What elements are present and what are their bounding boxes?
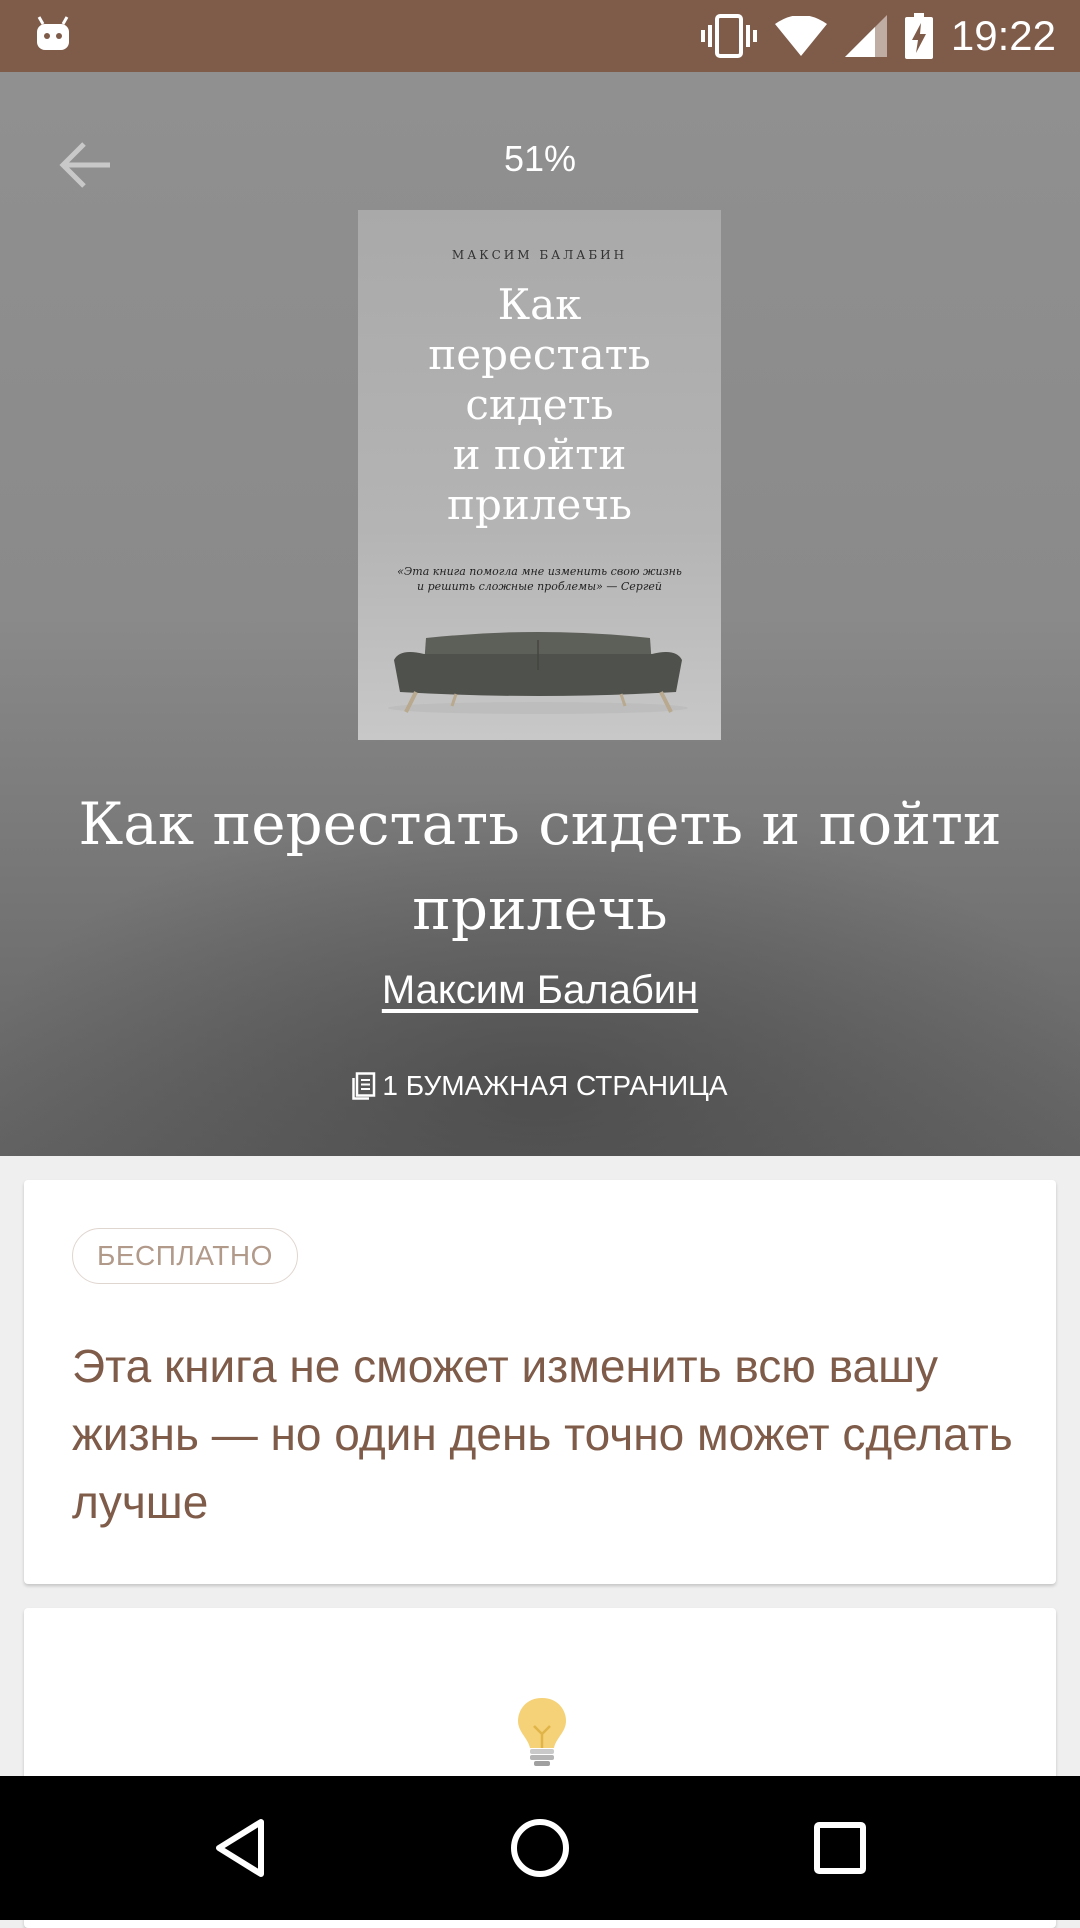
vibrate-icon — [700, 14, 757, 58]
wifi-icon — [774, 16, 827, 56]
cover-quote-line: «Эта книга помогла мне изменить свою жиз… — [397, 565, 682, 578]
cover-quote-line: и решить сложные проблемы» — Сергей — [417, 580, 662, 593]
battery-charging-icon — [904, 13, 933, 59]
android-debug-icon — [37, 16, 69, 50]
cover-title: Как перестать сидеть и пойти прилечь — [358, 280, 721, 530]
light-bulb-icon — [518, 1698, 566, 1766]
cover-title-line: и пойти — [452, 430, 627, 479]
book-title: Как перестать сидеть и пойти прилечь — [78, 790, 1002, 943]
cell-signal-icon — [844, 15, 887, 57]
cover-title-line: прилечь — [446, 480, 633, 529]
page-count: 1 БУМАЖНАЯ СТРАНИЦА — [0, 1070, 1080, 1102]
book-info-card: БЕСПЛАТНО Эта книга не сможет изменить в… — [24, 1180, 1056, 1584]
author-link[interactable]: Максим Балабин — [0, 968, 1080, 1013]
book-description: Эта книга не сможет изменить всю вашу жи… — [72, 1340, 1013, 1528]
status-bar: 19:22 — [0, 0, 1080, 72]
clock: 19:22 — [950, 12, 1056, 59]
book-cover[interactable]: МАКСИМ БАЛАБИН Как перестать сидеть и по… — [358, 210, 721, 740]
page-count-label: 1 БУМАЖНАЯ СТРАНИЦА — [382, 1070, 728, 1101]
price-badge: БЕСПЛАТНО — [72, 1228, 298, 1284]
cover-title-line: Как — [497, 280, 582, 329]
book-hero: 51% МАКСИМ БАЛАБИН Как перестать сидеть … — [0, 72, 1080, 1156]
back-triangle-icon[interactable] — [205, 1812, 277, 1884]
navigation-bar — [0, 1776, 1080, 1920]
recents-square-icon[interactable] — [804, 1812, 876, 1884]
reading-progress: 51% — [503, 138, 577, 179]
sofa-illustration — [388, 632, 688, 714]
cover-title-line: перестать — [428, 330, 651, 379]
cover-quote: «Эта книга помогла мне изменить свою жиз… — [388, 564, 691, 594]
cover-title-line: сидеть — [465, 380, 614, 429]
home-circle-icon[interactable] — [504, 1812, 576, 1884]
cover-author: МАКСИМ БАЛАБИН — [451, 248, 628, 262]
document-pages-icon — [352, 1072, 376, 1100]
